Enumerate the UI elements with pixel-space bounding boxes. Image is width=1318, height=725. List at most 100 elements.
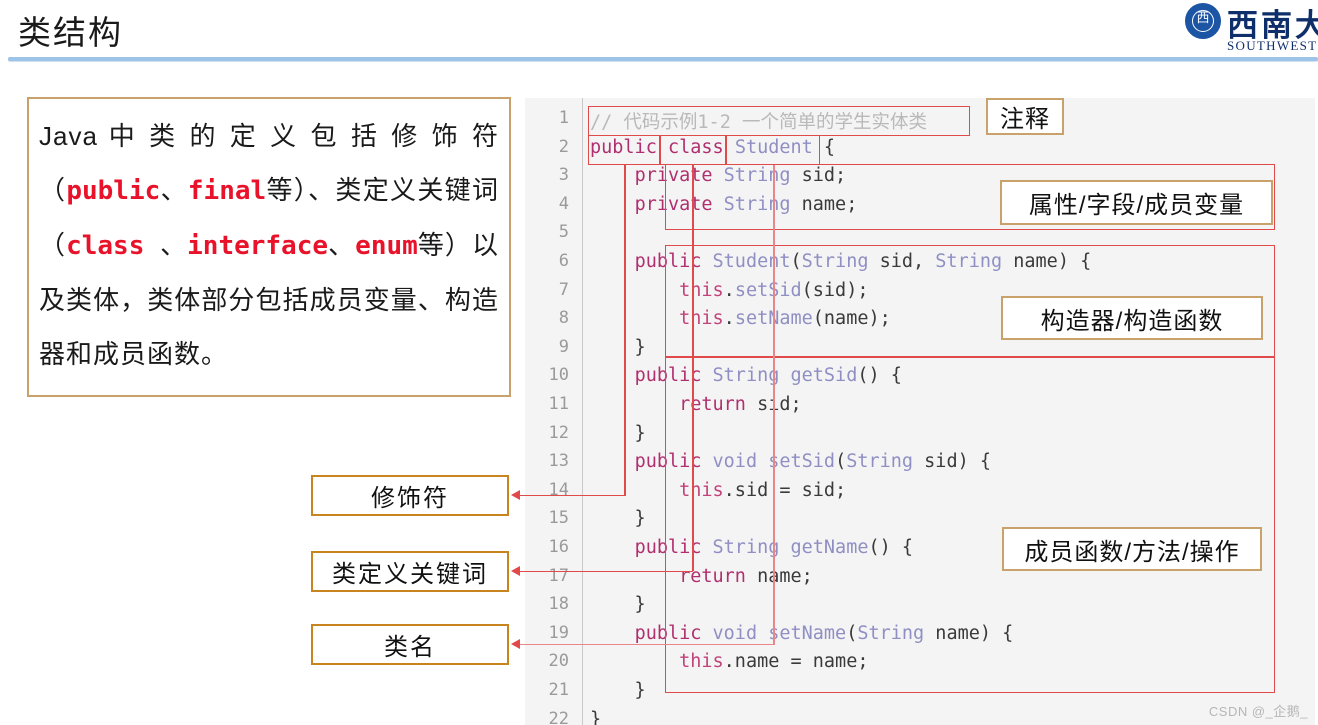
line-number-gutter: 1 2 3 4 5 6 7 8 9 10 11 12 13 14 15 16 17 18 19 20 21 22 (525, 98, 577, 725)
callout-modifier-text: 修饰符 (371, 485, 449, 512)
code-line: // 代码示例1-2 一个简单的学生实体类 (590, 108, 927, 134)
label-field-text: 属性/字段/成员变量 (1028, 192, 1245, 219)
callout-modifier: 修饰符 (311, 475, 509, 516)
code-token: this (679, 308, 724, 330)
code-token: return (679, 565, 746, 587)
code-line: this.setSid(sid); (590, 280, 868, 301)
line-number: 11 (548, 394, 569, 414)
code-token: String (857, 622, 925, 644)
code-line: } (590, 337, 646, 358)
line-number: 19 (548, 622, 569, 643)
callout-class-name-text: 类名 (384, 634, 436, 661)
line-number: 8 (558, 308, 569, 329)
code-line: public String getName() { (590, 537, 913, 558)
code-line: } (590, 594, 646, 615)
code-token: } (590, 594, 646, 616)
label-method: 成员函数/方法/操作 (1002, 527, 1262, 571)
code-token: setSid (768, 451, 836, 473)
header-divider (8, 57, 1318, 61)
logo-emblem-icon: 西 (1185, 3, 1221, 39)
line-number: 16 (548, 537, 569, 557)
code-token: () { (868, 537, 914, 558)
university-logo: 西 西南大学 SOUTHWEST UNIVERSITY (1185, 2, 1318, 54)
code-token: setName (734, 308, 813, 330)
code-token: sid) { (913, 451, 991, 473)
logo-emblem-glyph: 西 (1196, 11, 1210, 26)
line-number: 15 (548, 508, 569, 529)
code-line: return sid; (590, 394, 802, 415)
watermark: CSDN @_企鹅_ (1208, 704, 1308, 719)
description-box: Java 中 类 的 定 义 包 括 修 饰 符 （public、final等）… (27, 97, 511, 397)
code-token: String (846, 451, 914, 473)
code-line: this.setName(name); (590, 308, 891, 329)
arrowhead-keyword (511, 566, 520, 576)
code-token: String (712, 537, 780, 558)
code-token: sid; (790, 165, 847, 187)
code-token: () { (857, 365, 902, 387)
code-token: (name); (812, 308, 891, 330)
line-number: 2 (558, 136, 569, 157)
code-token: public (590, 136, 657, 158)
code-token: . (723, 308, 735, 330)
code-token: private (634, 165, 713, 187)
code-token: } (590, 680, 646, 701)
code-token: String (935, 251, 1003, 272)
line-number: 13 (548, 451, 569, 472)
code-token: getSid (790, 365, 858, 387)
code-token: sid, (868, 251, 936, 272)
arrowhead-classname (511, 639, 520, 649)
code-line: return name; (590, 566, 813, 587)
code-token: public (634, 365, 702, 387)
code-token: sid; (745, 394, 802, 415)
code-token: } (590, 708, 602, 725)
code-token: private (634, 193, 713, 215)
code-token: this (679, 279, 724, 301)
code-line: this.sid = sid; (590, 480, 846, 501)
code-token: return (679, 394, 746, 415)
code-token: public (634, 537, 702, 558)
code-line: } (590, 508, 646, 529)
code-token: . (723, 279, 735, 301)
code-token: String (712, 365, 780, 387)
code-token: Student (734, 136, 813, 158)
code-token: getName (790, 537, 869, 558)
code-token: String (801, 251, 869, 272)
code-line: private String name; (590, 193, 858, 215)
line-number: 1 (558, 108, 569, 128)
code-token: (sid); (801, 279, 869, 301)
code-token: public (634, 622, 702, 644)
code-token: } (590, 422, 646, 444)
slide-header: 类结构 西 西南大学 SOUTHWEST UNIVERSITY (0, 0, 1318, 66)
code-token: Student (712, 251, 791, 272)
code-token: setName (768, 622, 847, 644)
code-token: .sid = sid; (723, 479, 847, 501)
description-segment-8: 、 (328, 230, 356, 260)
code-token: .name = name; (723, 651, 869, 673)
line-number: 14 (548, 479, 569, 500)
code-token: String (723, 165, 791, 187)
code-token: void (712, 622, 758, 644)
code-token: name; (790, 193, 858, 215)
description-segment-6: 、 (160, 230, 188, 260)
code-token: String (723, 193, 791, 215)
code-token: // 代码示例1-2 一个简单的学生实体类 (590, 112, 927, 133)
description-segment-7: interface (187, 231, 329, 261)
code-token: name) { (924, 622, 1014, 644)
description-segment-5: class (66, 231, 161, 261)
